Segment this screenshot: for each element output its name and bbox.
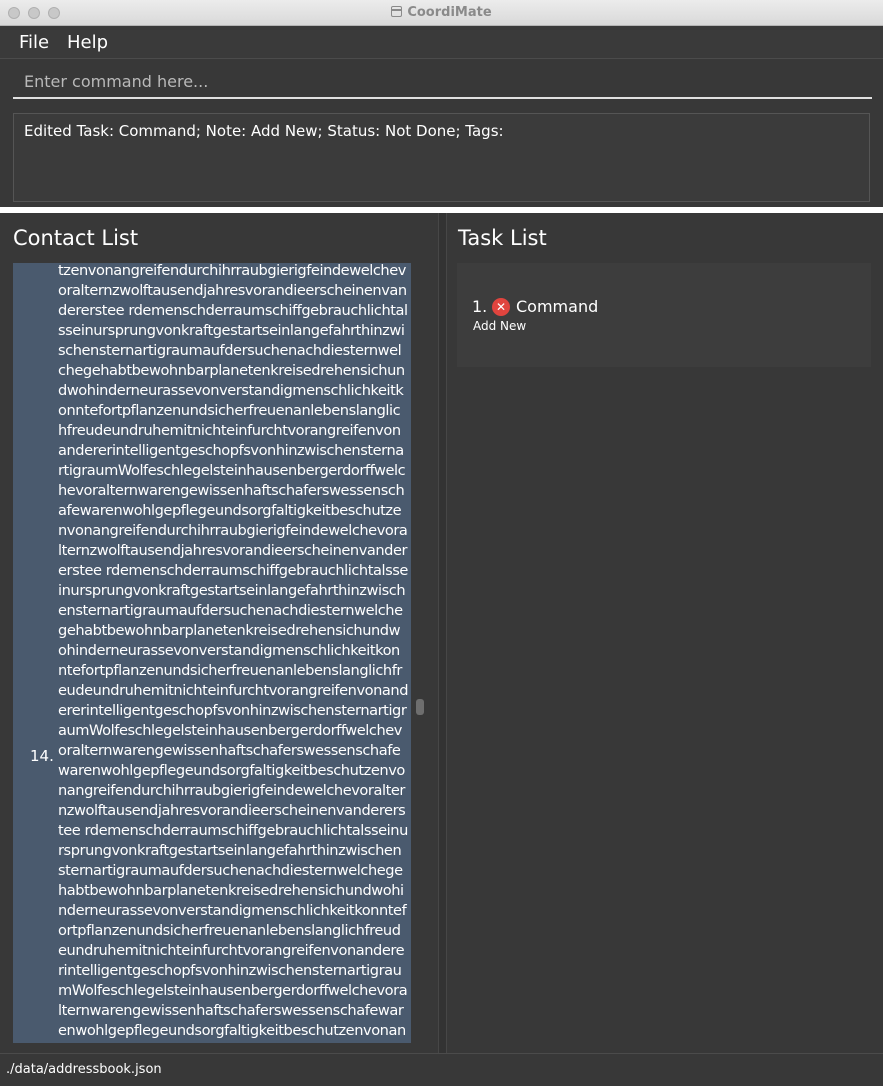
app-icon (391, 6, 403, 17)
window-title-text: CoordiMate (407, 5, 492, 20)
contact-list[interactable]: 14. tzenvonangreifendurchihrraubgierigfe… (13, 263, 411, 1043)
result-display: Edited Task: Command; Note: Add New; Sta… (13, 113, 870, 202)
save-location: ./data/addressbook.json (6, 1062, 162, 1077)
menu-bar: File Help (0, 26, 883, 59)
contact-list-title: Contact List (13, 226, 139, 250)
result-display-area: Edited Task: Command; Note: Add New; Sta… (0, 105, 883, 207)
task-name: Command (516, 297, 599, 316)
task-card[interactable]: 1. ✕ Command Add New (457, 263, 871, 367)
menu-file[interactable]: File (19, 32, 49, 53)
split-pane-divider[interactable] (438, 213, 447, 1053)
menu-help[interactable]: Help (67, 32, 108, 53)
scrollbar-thumb[interactable] (416, 699, 424, 715)
contact-index: 14. (30, 747, 54, 765)
contact-list-panel: Contact List 14. tzenvonangreifendurchih… (0, 213, 438, 1053)
task-note: Add New (473, 319, 527, 333)
title-bar: CoordiMate (0, 0, 883, 26)
task-list[interactable]: 1. ✕ Command Add New (457, 263, 871, 1043)
contact-name: tzenvonangreifendurchihrraubgierigfeinde… (58, 263, 409, 1043)
contact-list-scrollbar[interactable] (413, 263, 427, 1043)
x-circle-icon: ✕ (492, 298, 510, 316)
command-box (0, 59, 883, 105)
command-input[interactable] (13, 65, 872, 99)
task-list-panel: Task List 1. ✕ Command Add New (447, 213, 883, 1053)
task-index: 1. (472, 297, 488, 316)
status-bar: ./data/addressbook.json (0, 1053, 883, 1086)
window-title: CoordiMate (0, 5, 883, 20)
task-list-title: Task List (458, 226, 547, 250)
